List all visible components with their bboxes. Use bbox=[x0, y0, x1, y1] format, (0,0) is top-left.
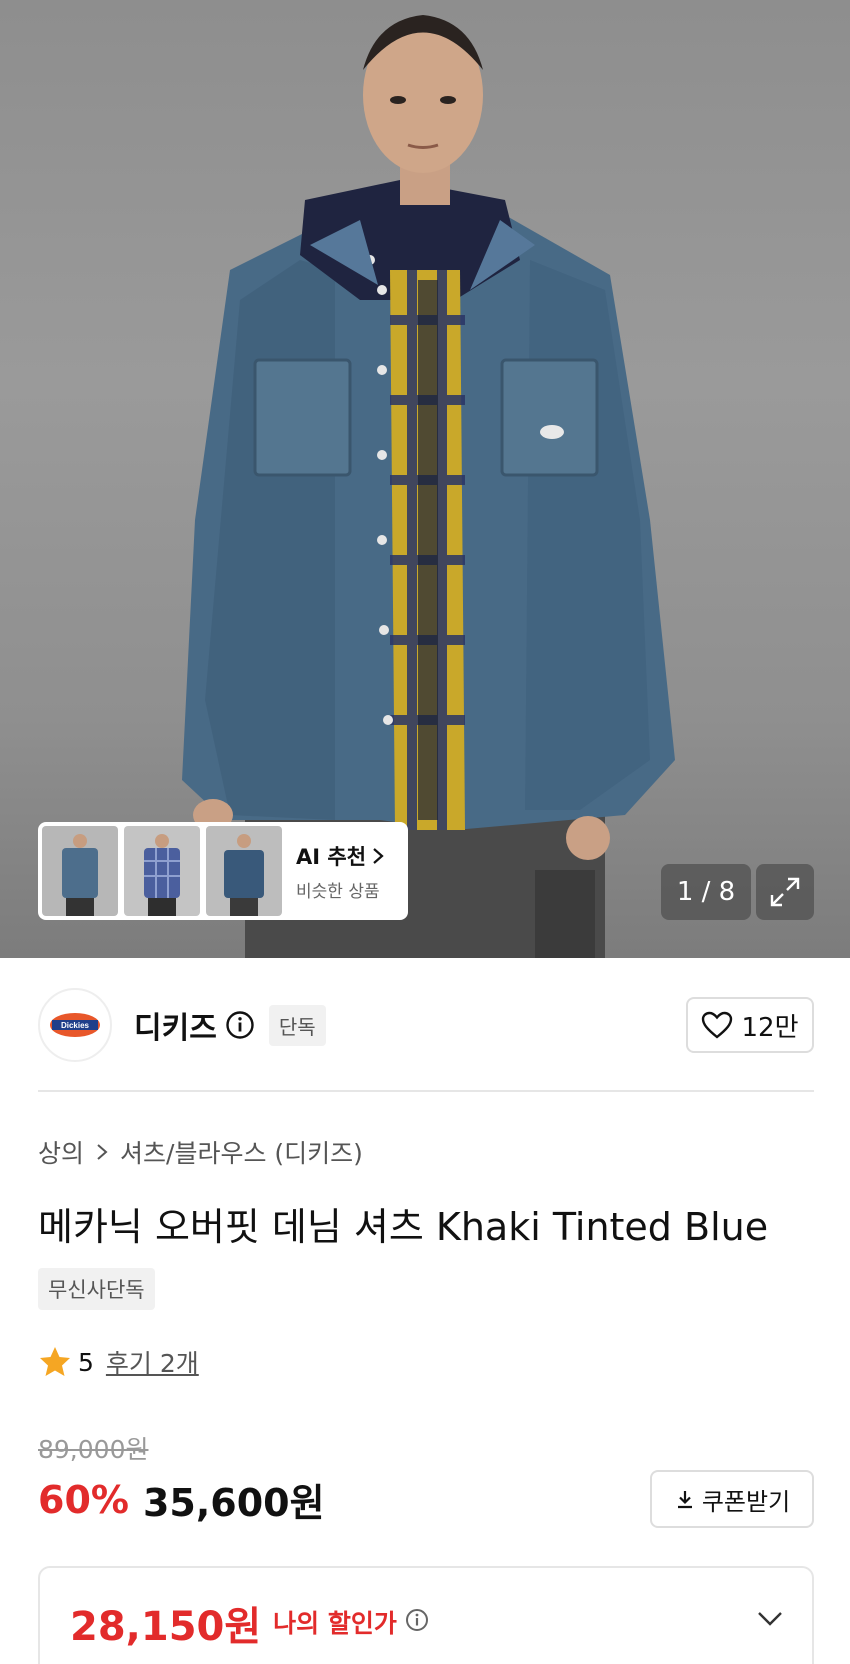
breadcrumb-subcategory[interactable]: 셔츠/블라우스 (디키즈) bbox=[120, 1134, 363, 1170]
breadcrumb: 상의 셔츠/블라우스 (디키즈) bbox=[38, 1134, 363, 1170]
ai-recommend-link[interactable]: AI 추천 비슷한 상품 bbox=[296, 841, 384, 902]
related-thumbnail-strip[interactable]: AI 추천 비슷한 상품 bbox=[38, 822, 408, 920]
brand-name[interactable]: 디키즈 bbox=[134, 1003, 217, 1047]
dickies-logo: Dickies bbox=[50, 1013, 100, 1037]
chevron-down-icon[interactable] bbox=[756, 1610, 784, 1632]
brand-logo[interactable]: Dickies bbox=[38, 988, 112, 1062]
chevron-right-icon bbox=[97, 1144, 108, 1160]
expand-button[interactable] bbox=[756, 864, 814, 920]
chevron-right-icon bbox=[373, 847, 384, 864]
thumbnail-2[interactable] bbox=[124, 826, 200, 916]
like-button[interactable]: 12만 bbox=[686, 997, 814, 1053]
heart-icon bbox=[702, 1011, 733, 1039]
divider bbox=[38, 1090, 814, 1092]
ai-recommend-title: AI 추천 bbox=[296, 841, 384, 871]
thumbnail-1[interactable] bbox=[42, 826, 118, 916]
exclusive-badge: 단독 bbox=[268, 1004, 326, 1046]
breadcrumb-category[interactable]: 상의 bbox=[38, 1134, 84, 1170]
brand-row: Dickies 디키즈 단독 12만 bbox=[38, 988, 814, 1062]
info-icon[interactable] bbox=[405, 1608, 429, 1636]
product-photo bbox=[182, 15, 675, 958]
image-counter: 1 / 8 bbox=[661, 864, 751, 920]
original-price: 89,000원 bbox=[38, 1435, 149, 1464]
thumbnail-3[interactable] bbox=[206, 826, 282, 916]
product-image[interactable]: AI 추천 비슷한 상품 1 / 8 bbox=[0, 0, 850, 958]
exclusive-tag: 무신사단독 bbox=[38, 1268, 155, 1310]
my-price-card[interactable]: 28,150원 나의 할인가 bbox=[38, 1566, 814, 1664]
coupon-button-label: 쿠폰받기 bbox=[701, 1487, 791, 1516]
brand-info-icon[interactable] bbox=[225, 1010, 255, 1040]
review-count-link[interactable]: 후기 2개 bbox=[106, 1344, 199, 1380]
like-count: 12만 bbox=[741, 1012, 799, 1043]
product-title: 메카닉 오버핏 데님 셔츠 Khaki Tinted Blue bbox=[38, 1205, 769, 1249]
sale-price: 35,600원 bbox=[142, 1481, 325, 1525]
my-discount-price: 28,150원 bbox=[70, 1604, 262, 1650]
download-icon bbox=[677, 1491, 692, 1509]
ai-recommend-subtitle: 비슷한 상품 bbox=[296, 881, 380, 902]
coupon-button[interactable]: 쿠폰받기 bbox=[650, 1470, 814, 1528]
discount-rate: 60% bbox=[38, 1477, 129, 1522]
my-discount-label: 나의 할인가 bbox=[273, 1609, 397, 1638]
rating: 5 후기 2개 bbox=[38, 1344, 199, 1380]
brand-logo-text: Dickies bbox=[61, 1021, 90, 1030]
price-row: 60% 35,600원 bbox=[38, 1472, 325, 1527]
rating-score: 5 bbox=[78, 1347, 94, 1377]
star-icon bbox=[40, 1347, 70, 1376]
expand-icon bbox=[770, 877, 800, 907]
